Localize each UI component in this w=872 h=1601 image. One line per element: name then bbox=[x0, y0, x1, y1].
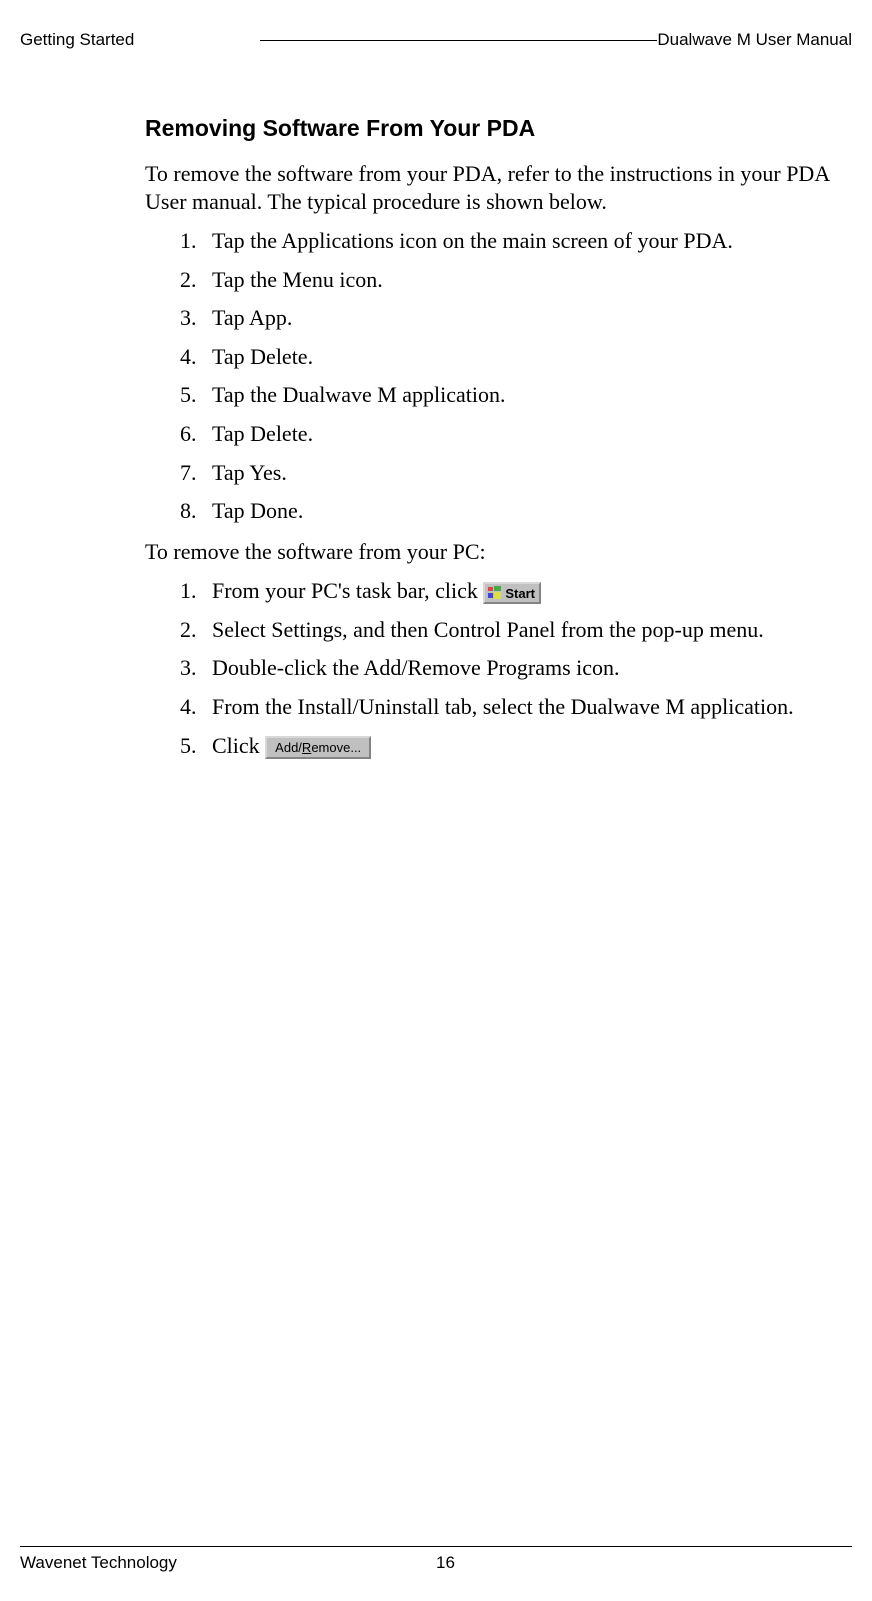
add-remove-button[interactable]: Add/Remove... bbox=[265, 736, 371, 759]
page-content: Removing Software From Your PDA To remov… bbox=[145, 115, 832, 760]
start-button-label: Start bbox=[505, 587, 535, 600]
list-item: 1. From your PC's task bar, click Start bbox=[180, 577, 832, 606]
list-item: 7.Tap Yes. bbox=[180, 459, 832, 488]
list-item: 5. Click Add/Remove... bbox=[180, 732, 832, 761]
section-title: Removing Software From Your PDA bbox=[145, 115, 832, 142]
page-footer: Wavenet Technology 16 bbox=[20, 1546, 852, 1574]
list-item: 4.From the Install/Uninstall tab, select… bbox=[180, 693, 832, 722]
header-manual-name: Dualwave M User Manual bbox=[657, 30, 852, 50]
header-section-name: Getting Started bbox=[20, 30, 134, 50]
header-divider bbox=[260, 40, 657, 41]
intro-paragraph: To remove the software from your PDA, re… bbox=[145, 160, 832, 215]
list-item: 1.Tap the Applications icon on the main … bbox=[180, 227, 832, 256]
start-button[interactable]: Start bbox=[483, 582, 541, 604]
pc-steps-list: 1. From your PC's task bar, click Start … bbox=[180, 577, 832, 760]
footer-company: Wavenet Technology bbox=[20, 1553, 436, 1573]
pc-intro-paragraph: To remove the software from your PC: bbox=[145, 538, 832, 566]
list-item: 6.Tap Delete. bbox=[180, 420, 832, 449]
footer-divider bbox=[20, 1546, 852, 1548]
list-item: 3.Tap App. bbox=[180, 304, 832, 333]
list-item: 2.Tap the Menu icon. bbox=[180, 266, 832, 295]
list-item: 5.Tap the Dualwave M application. bbox=[180, 381, 832, 410]
windows-icon bbox=[487, 585, 503, 601]
list-item: 8.Tap Done. bbox=[180, 497, 832, 526]
footer-page-number: 16 bbox=[436, 1553, 852, 1573]
list-item: 2.Select Settings, and then Control Pane… bbox=[180, 616, 832, 645]
pda-steps-list: 1.Tap the Applications icon on the main … bbox=[180, 227, 832, 526]
list-item: 3.Double-click the Add/Remove Programs i… bbox=[180, 654, 832, 683]
list-item: 4.Tap Delete. bbox=[180, 343, 832, 372]
